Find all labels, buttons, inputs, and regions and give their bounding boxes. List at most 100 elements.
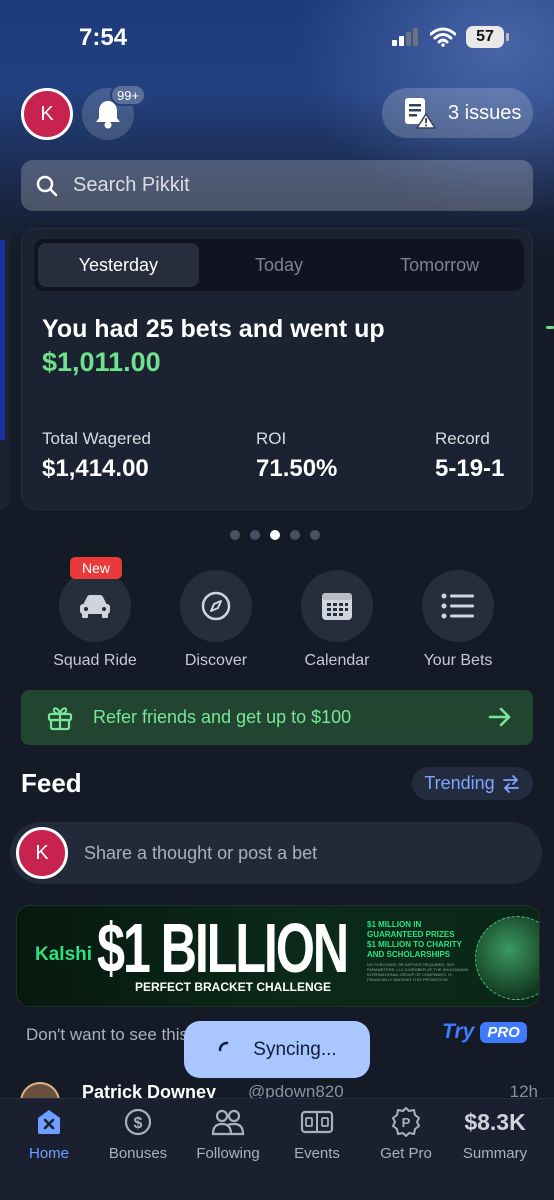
daily-summary-card: Yesterday Today Tomorrow You had 25 bets… [21,228,533,510]
your-bets-button[interactable]: Your Bets [403,570,513,670]
home-icon [38,1110,60,1134]
compose-placeholder: Share a thought or post a bet [84,842,318,863]
tab-yesterday[interactable]: Yesterday [38,243,199,287]
tab-get-pro[interactable]: P Get Pro [361,1105,451,1162]
ad-prize-line-2: $1 MILLION TO CHARITY AND SCHOLARSHIPS [367,940,462,959]
svg-text:P: P [402,1115,411,1130]
trending-sort-button[interactable]: Trending [412,767,533,800]
tab-following[interactable]: Following [183,1105,273,1162]
new-badge: New [70,557,122,579]
stat-value: 71.50% [256,455,338,482]
wifi-icon [430,27,456,47]
page-dot[interactable] [230,530,240,540]
document-warning-icon [405,98,436,129]
page-dot-active[interactable] [270,530,280,540]
squad-ride-button[interactable]: Squad Ride [40,570,150,670]
syncing-toast: Syncing... [184,1021,370,1078]
calendar-label: Calendar [304,652,370,669]
tab-label: Events [294,1145,340,1162]
page-dot[interactable] [290,530,300,540]
stat-label: Record [435,429,490,448]
summary-amount: $1,011.00 [42,347,161,377]
issues-label: 3 issues [448,101,522,124]
dollar-coin-icon: $ [124,1108,152,1136]
ad-prize-line-1: $1 MILLION IN GUARANTEED PRIZES [367,920,455,939]
list-icon [441,593,474,619]
ad-subheadline: PERFECT BRACKET CHALLENGE [135,980,332,994]
signal-icon [392,28,418,46]
arrow-right-icon [488,707,511,727]
discover-button[interactable]: Discover [161,570,271,670]
stat-total-wagered: Total Wagered $1,414.00 [42,429,151,483]
your-bets-circle[interactable] [422,570,494,642]
stat-roi: ROI 71.50% [256,429,337,483]
status-time: 7:54 [79,24,128,51]
pro-coin-icon: P [392,1107,420,1137]
next-card-peek[interactable] [546,326,554,329]
referral-text: Refer friends and get up to $100 [93,707,352,727]
carousel-page-dots[interactable] [230,530,320,540]
ad-brand: Kalshi [35,944,93,965]
scoreboard-icon [300,1110,334,1134]
car-icon [80,595,110,618]
trending-label: Trending [424,773,495,793]
tab-label: Home [28,1145,69,1162]
tab-summary[interactable]: $8.3K Summary [450,1105,540,1163]
tab-today[interactable]: Today [199,243,360,287]
discover-circle[interactable] [180,570,252,642]
squad-ride-label: Squad Ride [53,652,137,669]
tab-label: Following [196,1145,260,1162]
post-timestamp: 12h [509,1082,538,1098]
tab-events[interactable]: Events [272,1105,362,1162]
discover-label: Discover [184,652,248,669]
calendar-button[interactable]: Calendar [282,570,392,670]
search-input[interactable]: Search Pikkit [21,160,533,211]
feed-post-preview[interactable]: Patrick Downey @pdown820 12h [20,1080,540,1098]
stat-label: Total Wagered [42,429,151,448]
notification-count-badge: 99+ [110,84,147,106]
kalshi-ad-banner[interactable]: Kalshi $1 BILLION PERFECT BRACKET CHALLE… [16,905,540,1007]
compose-post-input[interactable]: K Share a thought or post a bet [10,822,542,884]
tab-bonuses[interactable]: $ Bonuses [93,1105,183,1162]
ad-headline: $1 BILLION [97,909,349,987]
ad-fine-print: NO PURCHASE OR DEPOSIT REQUIRED. SEE PAR… [367,962,469,982]
pro-badge: PRO [480,1021,527,1043]
tab-label: Bonuses [108,1145,168,1162]
search-placeholder: Search Pikkit [73,174,190,196]
tab-label: Get Pro [380,1145,432,1162]
post-author-handle: @pdown820 [248,1082,344,1098]
hide-ads-prompt: Don't want to see this [26,1025,188,1044]
status-indicators: 57 [392,26,509,48]
page-dot[interactable] [250,530,260,540]
calendar-icon [322,593,352,620]
compose-avatar: K [16,827,68,879]
svg-text:$: $ [134,1115,143,1132]
tab-home[interactable]: Home [4,1105,94,1162]
basketball-graphic [475,916,539,1000]
try-pro-button[interactable]: Try PRO [442,1020,527,1044]
calendar-circle[interactable] [301,570,373,642]
swap-arrows-icon [502,774,519,793]
stat-value: 5-19-1 [435,455,505,482]
tab-tomorrow[interactable]: Tomorrow [359,243,520,287]
post-author-name[interactable]: Patrick Downey [82,1082,216,1098]
compass-icon [201,591,231,621]
summary-headline: You had 25 bets and went up [42,315,385,343]
previous-card-peek[interactable] [0,228,10,510]
summary-value: $8.3K [464,1108,526,1135]
post-author-avatar[interactable] [20,1082,60,1098]
bottom-tab-bar: Home $ Bonuses Following Events P Get Pr… [0,1098,554,1200]
stat-record: Record 5-19-1 [435,429,504,483]
page-dot[interactable] [310,530,320,540]
tab-label: Summary [462,1145,528,1162]
issues-button[interactable]: 3 issues [382,88,533,138]
feed-title: Feed [21,768,82,798]
stat-label: ROI [256,429,287,448]
referral-banner[interactable]: Refer friends and get up to $100 [21,690,533,745]
people-icon [211,1109,245,1136]
squad-ride-circle[interactable] [59,570,131,642]
profile-avatar[interactable]: K [21,88,73,140]
search-icon [36,175,58,196]
day-segmented-control: Yesterday Today Tomorrow [34,239,524,291]
gift-icon [47,706,73,730]
